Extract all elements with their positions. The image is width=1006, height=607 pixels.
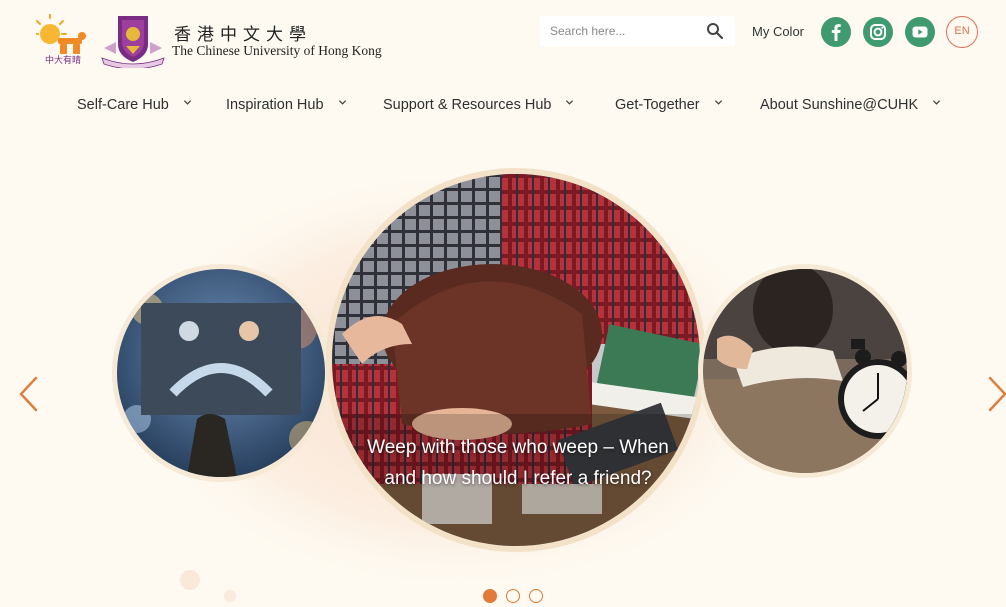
search-box	[540, 16, 735, 46]
nav-item-get-together[interactable]: Get-Together	[615, 97, 723, 113]
nav-item-support-resources-hub[interactable]: Support & Resources Hub	[383, 97, 574, 113]
my-color-link[interactable]: My Color	[752, 24, 804, 39]
main-navigation: Self-Care Hub Inspiration Hub Support & …	[0, 92, 1006, 120]
carousel-caption[interactable]: Weep with those who weep – When and how …	[362, 432, 674, 494]
chevron-down-icon	[714, 100, 722, 105]
sad-face-image	[117, 269, 325, 477]
nav-item-self-care-hub[interactable]: Self-Care Hub	[77, 97, 192, 113]
nav-item-inspiration-hub[interactable]: Inspiration Hub	[226, 97, 347, 113]
carousel-pagination	[481, 589, 551, 605]
cuhk-crest-icon[interactable]	[100, 14, 166, 68]
nav-item-label: Get-Together	[615, 97, 700, 113]
youtube-button[interactable]	[905, 17, 935, 47]
facebook-icon	[831, 24, 841, 41]
carousel-slide-active[interactable]	[326, 168, 706, 552]
site-header: 中大有晴 香港中文大學 The Chinese University of Ho…	[0, 0, 1006, 70]
carousel-slide-next[interactable]	[698, 264, 912, 478]
university-name-english: The Chinese University of Hong Kong	[172, 43, 382, 58]
carousel-dot-3[interactable]	[529, 589, 543, 603]
search-input[interactable]	[540, 16, 700, 46]
chevron-down-icon	[933, 100, 941, 105]
nav-item-about-sunshine[interactable]: About Sunshine@CUHK	[760, 97, 941, 113]
instagram-button[interactable]	[863, 17, 893, 47]
nav-item-label: Self-Care Hub	[77, 97, 169, 113]
chevron-down-icon	[338, 100, 346, 105]
sunshine-logo-text: 中大有晴	[45, 56, 82, 66]
nav-item-label: Inspiration Hub	[226, 97, 324, 113]
chevron-down-icon	[183, 100, 192, 105]
carousel-dot-1[interactable]	[483, 589, 497, 603]
instagram-icon	[870, 24, 886, 40]
language-toggle-button[interactable]: EN	[946, 16, 978, 48]
carousel-dot-2[interactable]	[506, 589, 520, 603]
carousel-slide-previous[interactable]	[112, 264, 330, 482]
chevron-left-icon[interactable]	[16, 374, 40, 414]
reading-clock-image	[703, 269, 907, 473]
nav-item-label: Support & Resources Hub	[383, 97, 552, 113]
search-icon[interactable]	[706, 22, 724, 40]
nav-item-label: About Sunshine@CUHK	[760, 97, 919, 113]
university-name-chinese: 香港中文大學	[174, 25, 312, 45]
chevron-right-icon[interactable]	[986, 374, 1006, 414]
page: 中大有晴 香港中文大學 The Chinese University of Ho…	[0, 0, 1006, 607]
chevron-down-icon	[566, 100, 574, 105]
facebook-button[interactable]	[821, 17, 851, 47]
youtube-icon	[912, 26, 928, 38]
